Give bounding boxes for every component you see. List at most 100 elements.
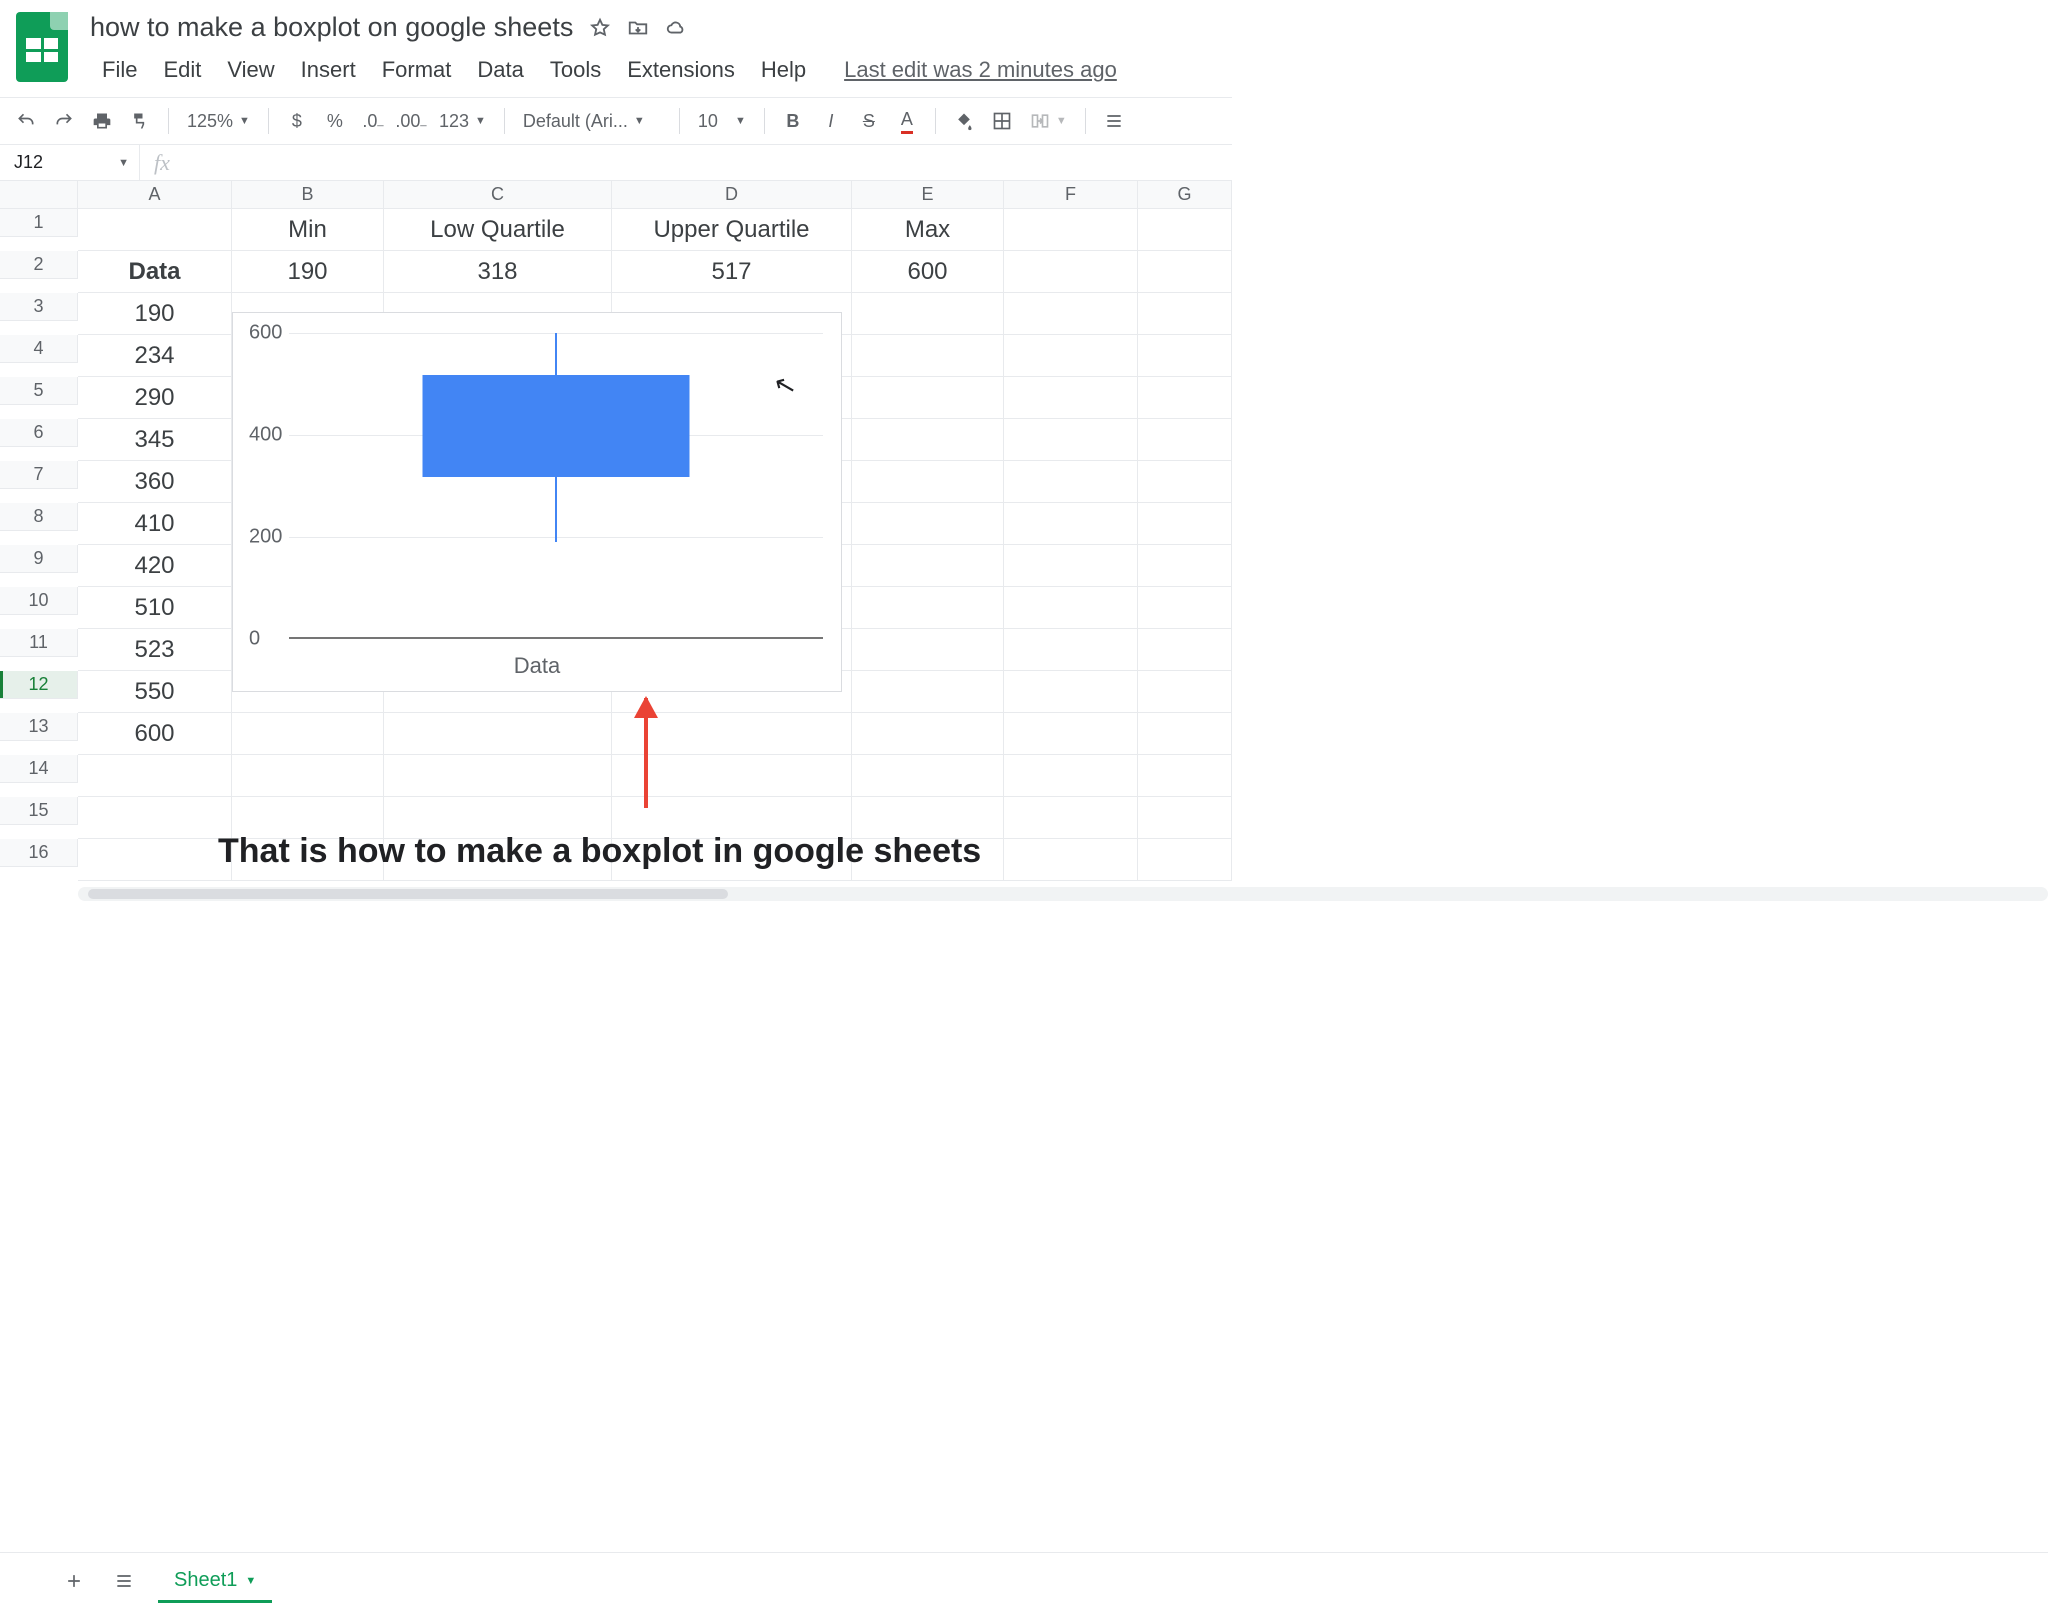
cell-D1[interactable]: Upper Quartile: [612, 209, 852, 251]
cell-F14[interactable]: [1004, 755, 1138, 797]
cell-G5[interactable]: [1138, 377, 1232, 419]
cell-E7[interactable]: [852, 461, 1004, 503]
move-folder-icon[interactable]: [627, 17, 649, 39]
sheet-tab-1[interactable]: Sheet1 ▼: [158, 1558, 272, 1603]
cell-E12[interactable]: [852, 671, 1004, 713]
col-G[interactable]: G: [1138, 181, 1232, 209]
cell-D14[interactable]: [612, 755, 852, 797]
cell-G7[interactable]: [1138, 461, 1232, 503]
row-15[interactable]: 15: [0, 797, 78, 825]
horizontal-align-button[interactable]: [1098, 105, 1130, 137]
select-all-corner[interactable]: [0, 181, 78, 209]
row-9[interactable]: 9: [0, 545, 78, 573]
undo-button[interactable]: [10, 105, 42, 137]
row-12[interactable]: 12: [0, 671, 78, 699]
cell-B13[interactable]: [232, 713, 384, 755]
cell-A4[interactable]: 234: [78, 335, 232, 377]
cell-G4[interactable]: [1138, 335, 1232, 377]
cell-F1[interactable]: [1004, 209, 1138, 251]
italic-button[interactable]: I: [815, 105, 847, 137]
name-box[interactable]: J12▼: [0, 145, 140, 180]
cell-C2[interactable]: 318: [384, 251, 612, 293]
font-size-dropdown[interactable]: 10▼: [692, 111, 752, 132]
menu-file[interactable]: File: [90, 53, 149, 87]
cell-F8[interactable]: [1004, 503, 1138, 545]
cell-F12[interactable]: [1004, 671, 1138, 713]
cell-G12[interactable]: [1138, 671, 1232, 713]
cell-G10[interactable]: [1138, 587, 1232, 629]
col-A[interactable]: A: [78, 181, 232, 209]
cell-F15[interactable]: [1004, 797, 1138, 839]
zoom-dropdown[interactable]: 125%▼: [181, 111, 256, 132]
cell-E8[interactable]: [852, 503, 1004, 545]
horizontal-scrollbar[interactable]: [78, 887, 2048, 901]
cell-F9[interactable]: [1004, 545, 1138, 587]
fill-color-button[interactable]: [948, 105, 980, 137]
cell-E5[interactable]: [852, 377, 1004, 419]
cell-E10[interactable]: [852, 587, 1004, 629]
cell-E14[interactable]: [852, 755, 1004, 797]
cell-F5[interactable]: [1004, 377, 1138, 419]
menu-help[interactable]: Help: [749, 53, 818, 87]
row-2[interactable]: 2: [0, 251, 78, 279]
cloud-status-icon[interactable]: [665, 17, 687, 39]
sheet-tab-menu-icon[interactable]: ▼: [245, 1575, 256, 1587]
boxplot-chart[interactable]: Data 0200400600: [232, 312, 842, 692]
cell-D2[interactable]: 517: [612, 251, 852, 293]
increase-decimal-button[interactable]: .00_: [395, 105, 427, 137]
cell-F13[interactable]: [1004, 713, 1138, 755]
row-3[interactable]: 3: [0, 293, 78, 321]
cell-F16[interactable]: [1004, 839, 1138, 881]
col-E[interactable]: E: [852, 181, 1004, 209]
menu-tools[interactable]: Tools: [538, 53, 613, 87]
cell-A1[interactable]: [78, 209, 232, 251]
format-currency-button[interactable]: $: [281, 105, 313, 137]
cell-E11[interactable]: [852, 629, 1004, 671]
cell-A5[interactable]: 290: [78, 377, 232, 419]
row-11[interactable]: 11: [0, 629, 78, 657]
cell-G13[interactable]: [1138, 713, 1232, 755]
cell-A12[interactable]: 550: [78, 671, 232, 713]
cell-A9[interactable]: 420: [78, 545, 232, 587]
add-sheet-button[interactable]: [58, 1565, 90, 1597]
cell-A13[interactable]: 600: [78, 713, 232, 755]
print-button[interactable]: [86, 105, 118, 137]
cell-F11[interactable]: [1004, 629, 1138, 671]
strikethrough-button[interactable]: S: [853, 105, 885, 137]
cell-B2[interactable]: 190: [232, 251, 384, 293]
cell-E1[interactable]: Max: [852, 209, 1004, 251]
menu-data[interactable]: Data: [465, 53, 535, 87]
cell-C1[interactable]: Low Quartile: [384, 209, 612, 251]
cell-B1[interactable]: Min: [232, 209, 384, 251]
all-sheets-button[interactable]: [108, 1565, 140, 1597]
borders-button[interactable]: [986, 105, 1018, 137]
menu-edit[interactable]: Edit: [151, 53, 213, 87]
cell-A7[interactable]: 360: [78, 461, 232, 503]
cell-F4[interactable]: [1004, 335, 1138, 377]
cell-E13[interactable]: [852, 713, 1004, 755]
cell-E9[interactable]: [852, 545, 1004, 587]
menu-format[interactable]: Format: [370, 53, 464, 87]
row-10[interactable]: 10: [0, 587, 78, 615]
row-4[interactable]: 4: [0, 335, 78, 363]
cell-E2[interactable]: 600: [852, 251, 1004, 293]
col-C[interactable]: C: [384, 181, 612, 209]
text-color-button[interactable]: A: [891, 105, 923, 137]
merge-cells-button[interactable]: ▼: [1024, 111, 1073, 131]
cell-G11[interactable]: [1138, 629, 1232, 671]
paint-format-button[interactable]: [124, 105, 156, 137]
menu-extensions[interactable]: Extensions: [615, 53, 747, 87]
font-dropdown[interactable]: Default (Ari...▼: [517, 111, 667, 132]
row-6[interactable]: 6: [0, 419, 78, 447]
cell-D13[interactable]: [612, 713, 852, 755]
formula-bar[interactable]: [184, 145, 1232, 180]
cell-A15[interactable]: [78, 797, 232, 839]
cell-G14[interactable]: [1138, 755, 1232, 797]
row-1[interactable]: 1: [0, 209, 78, 237]
cell-C13[interactable]: [384, 713, 612, 755]
redo-button[interactable]: [48, 105, 80, 137]
row-7[interactable]: 7: [0, 461, 78, 489]
bold-button[interactable]: B: [777, 105, 809, 137]
cell-G8[interactable]: [1138, 503, 1232, 545]
cell-A11[interactable]: 523: [78, 629, 232, 671]
